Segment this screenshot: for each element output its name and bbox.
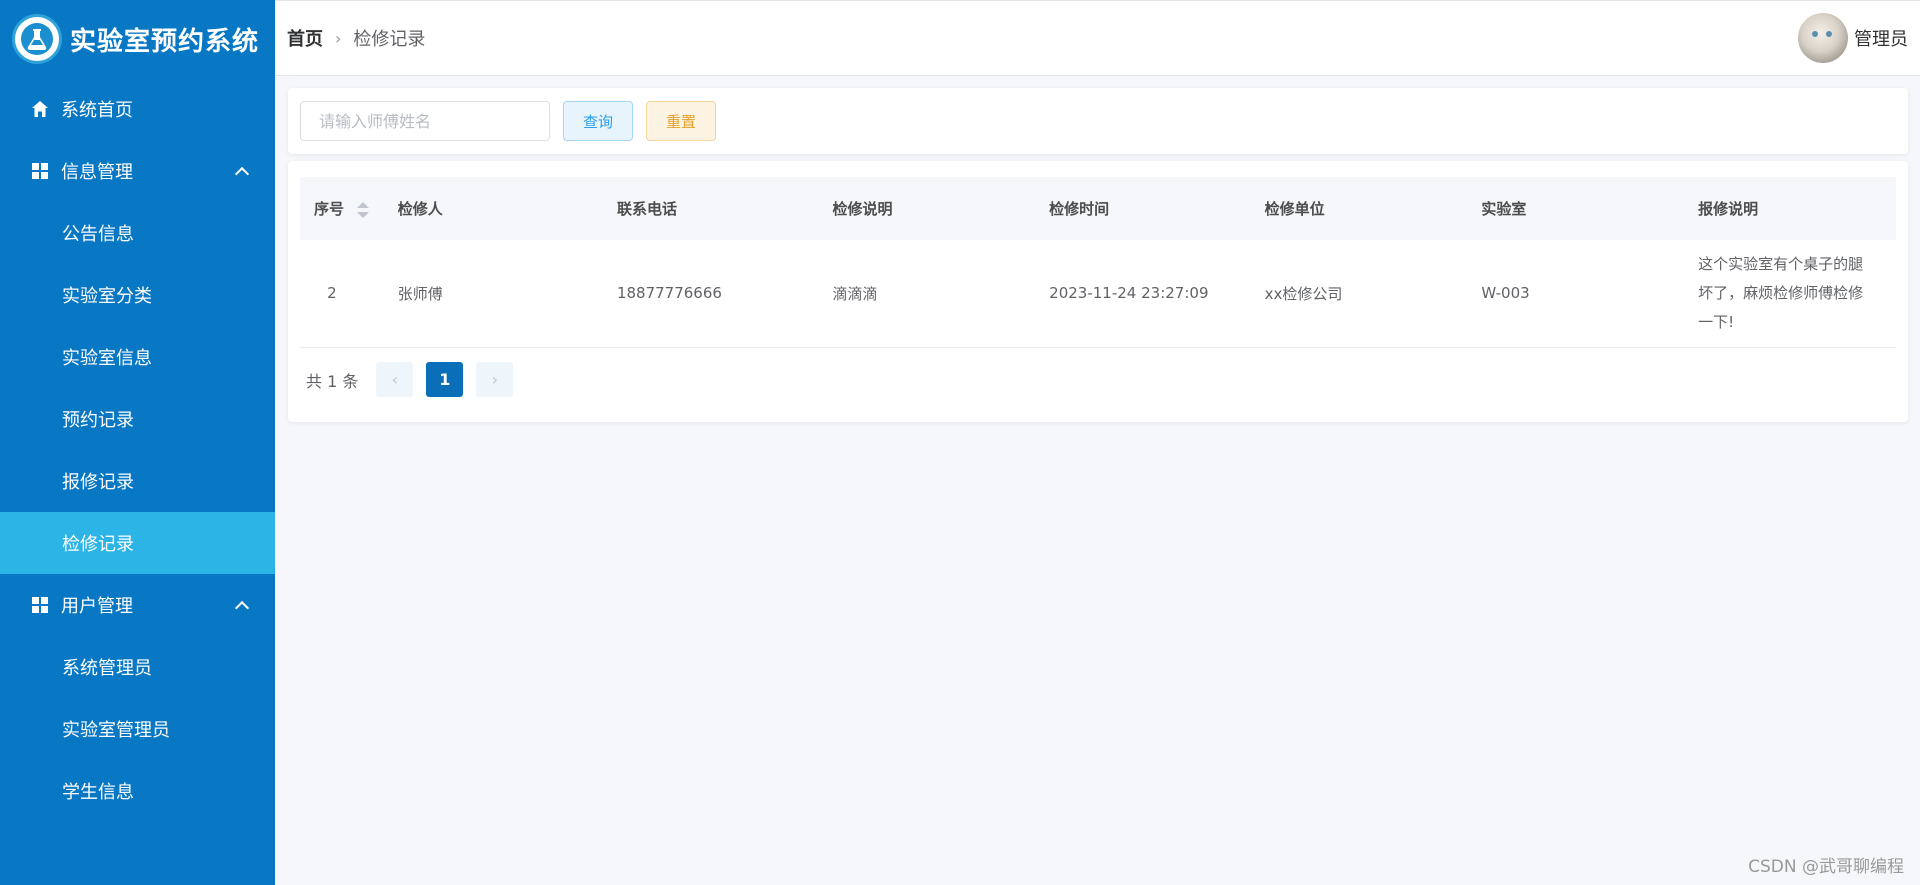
chevron-left-icon: ‹	[391, 370, 399, 389]
grid-icon	[30, 595, 50, 615]
breadcrumb: 首页 › 检修记录	[275, 25, 425, 51]
page-number-button[interactable]: 1	[426, 362, 464, 397]
column-header-index[interactable]: 序号	[300, 177, 384, 240]
sidebar-item-label: 检修记录	[62, 534, 134, 555]
sidebar-item-maintenance-records[interactable]: 检修记录	[0, 512, 275, 574]
sidebar-item-label: 实验室分类	[62, 286, 152, 307]
cell-time: 2023-11-24 23:27:09	[1049, 284, 1209, 303]
column-header-time: 检修时间	[1049, 200, 1110, 218]
chevron-right-icon: ›	[491, 370, 499, 389]
column-header-description: 检修说明	[832, 200, 893, 218]
sidebar-group-user-management[interactable]: 用户管理	[0, 574, 275, 636]
app-title: 实验室预约系统	[70, 26, 260, 57]
sidebar-item-reservations[interactable]: 预约记录	[0, 388, 275, 450]
cell-lab: W-003	[1481, 284, 1530, 303]
sidebar-item-label: 用户管理	[61, 596, 133, 617]
cell-remark: 这个实验室有个桌子的腿坏了，麻烦检修师傅检修一下!	[1698, 254, 1864, 331]
sidebar-item-lab-admins[interactable]: 实验室管理员	[0, 698, 275, 760]
home-icon	[30, 99, 50, 119]
breadcrumb-home[interactable]: 首页	[287, 25, 323, 51]
user-menu[interactable]: 管理员	[1798, 13, 1908, 63]
sidebar-item-system-admins[interactable]: 系统管理员	[0, 636, 275, 698]
column-header-lab: 实验室	[1481, 200, 1527, 218]
logo-row: 实验室预约系统	[0, 0, 275, 78]
chevron-up-icon	[234, 600, 250, 616]
sidebar-item-home[interactable]: 系统首页	[0, 78, 275, 140]
sidebar-item-announcements[interactable]: 公告信息	[0, 202, 275, 264]
prev-page-button[interactable]: ‹	[376, 362, 414, 397]
sidebar: 实验室预约系统 系统首页 信息管理 公告信息 实验室分类 实验室信息 预约记录 …	[0, 0, 275, 885]
reset-button[interactable]: 重置	[646, 101, 716, 141]
maintenance-table-card: 序号 检修人 联系电话 检修说明 检修时间 检修单位 实验室 报修说明 2 张师…	[288, 161, 1908, 422]
sidebar-item-label: 实验室信息	[62, 348, 152, 369]
search-input[interactable]	[300, 101, 550, 141]
column-header-unit: 检修单位	[1264, 200, 1325, 218]
column-header-phone: 联系电话	[616, 200, 677, 218]
chevron-up-icon	[234, 166, 250, 182]
table-row[interactable]: 2 张师傅 18877776666 滴滴滴 2023-11-24 23:27:0…	[300, 240, 1896, 347]
avatar[interactable]	[1798, 13, 1848, 63]
column-header-label: 序号	[314, 200, 345, 218]
top-header: 首页 › 检修记录 管理员	[275, 0, 1920, 76]
sidebar-item-label: 学生信息	[62, 782, 134, 803]
sort-caret-icon[interactable]	[357, 201, 370, 219]
user-name[interactable]: 管理员	[1854, 25, 1908, 51]
cell-unit: xx检修公司	[1264, 284, 1343, 303]
cell-description: 滴滴滴	[832, 284, 878, 303]
table-header-row: 序号 检修人 联系电话 检修说明 检修时间 检修单位 实验室 报修说明	[300, 177, 1896, 240]
sidebar-item-label: 公告信息	[62, 224, 134, 245]
grid-icon	[30, 161, 50, 181]
sidebar-item-lab-info[interactable]: 实验室信息	[0, 326, 275, 388]
next-page-button[interactable]: ›	[476, 362, 514, 397]
chevron-right-icon: ›	[335, 28, 342, 48]
pagination: 共 1 条 ‹ 1 ›	[300, 348, 1896, 412]
maintenance-table: 序号 检修人 联系电话 检修说明 检修时间 检修单位 实验室 报修说明 2 张师…	[300, 177, 1896, 348]
sidebar-item-label: 系统管理员	[62, 658, 152, 679]
column-header-person: 检修人	[397, 200, 443, 218]
sidebar-item-students[interactable]: 学生信息	[0, 760, 275, 822]
sidebar-item-label: 预约记录	[62, 410, 134, 431]
query-button[interactable]: 查询	[563, 101, 633, 141]
column-header-remark: 报修说明	[1698, 200, 1759, 218]
cell-index: 2	[327, 284, 337, 303]
cell-phone: 18877776666	[616, 284, 722, 303]
sidebar-item-label: 信息管理	[61, 162, 133, 183]
sidebar-group-info-management[interactable]: 信息管理	[0, 140, 275, 202]
sidebar-item-label: 系统首页	[61, 100, 133, 121]
breadcrumb-current: 检修记录	[353, 29, 426, 50]
watermark: CSDN @武哥聊编程	[1748, 857, 1904, 877]
pagination-total: 共 1 条	[306, 371, 359, 391]
flask-logo-icon	[12, 14, 62, 64]
sidebar-item-label: 报修记录	[62, 472, 134, 493]
search-bar: 查询 重置	[288, 88, 1908, 154]
sidebar-item-label: 实验室管理员	[62, 720, 170, 741]
sidebar-item-repair-reports[interactable]: 报修记录	[0, 450, 275, 512]
cell-person: 张师傅	[397, 284, 443, 303]
sidebar-item-lab-category[interactable]: 实验室分类	[0, 264, 275, 326]
